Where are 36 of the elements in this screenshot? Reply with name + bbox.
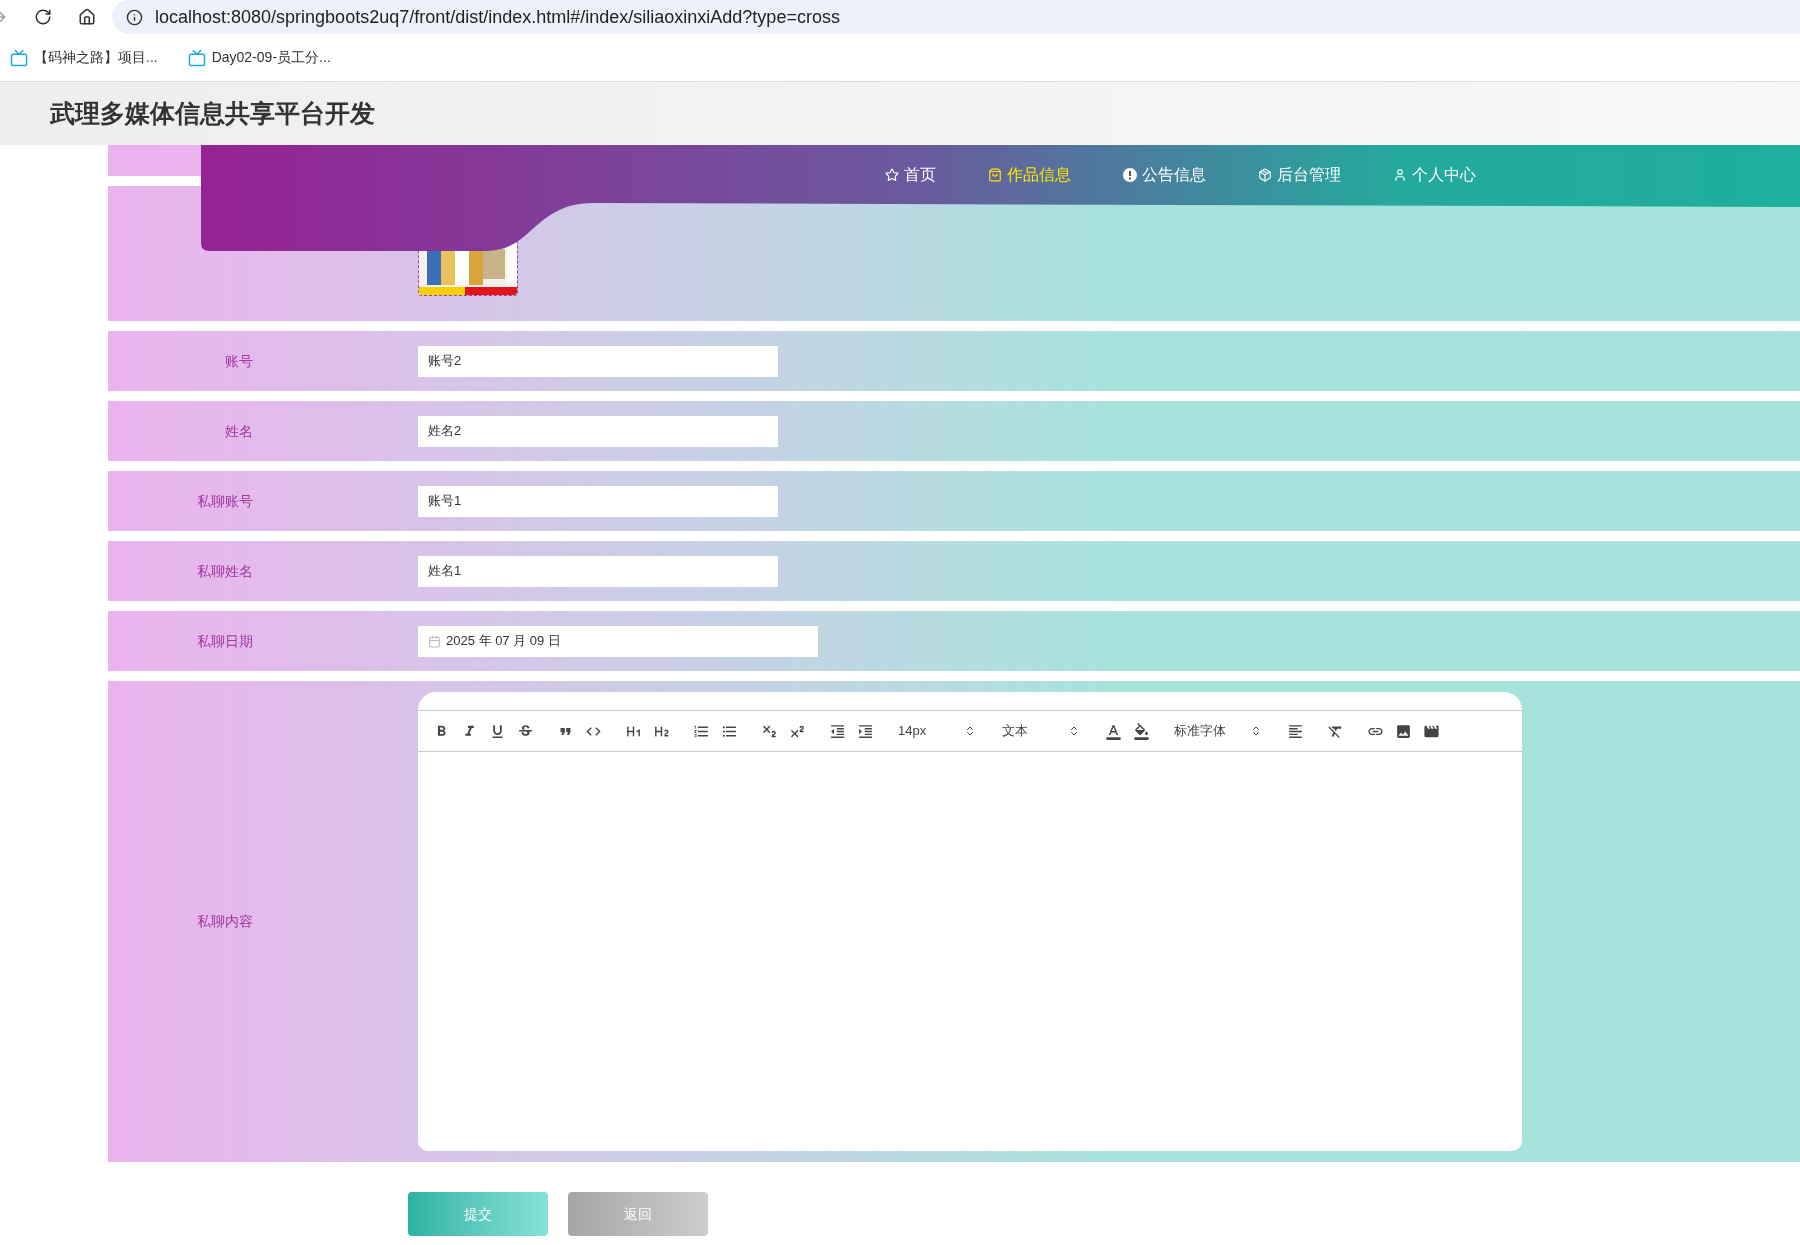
home-icon[interactable]	[78, 8, 96, 26]
field-label: 账号	[225, 351, 253, 371]
heading-select[interactable]: 文本	[996, 718, 1086, 744]
package-icon	[1258, 168, 1272, 182]
font-family-select[interactable]: 标准字体	[1168, 718, 1268, 744]
calendar-icon	[428, 634, 441, 648]
field-label: 姓名	[225, 421, 253, 441]
nav-item[interactable]: 公告信息	[1123, 163, 1206, 187]
tv-icon	[187, 48, 206, 67]
updown-icon	[1068, 725, 1080, 737]
field-label: 私聊姓名	[197, 561, 253, 581]
bookmark[interactable]: 【码神之路】项目...	[10, 47, 158, 68]
date-field[interactable]: 2025 年 07 月 09 日	[418, 625, 818, 657]
bag-icon	[988, 168, 1002, 182]
field-label: 私聊日期	[197, 631, 253, 651]
reload-icon[interactable]	[34, 8, 52, 26]
rich-text-editor[interactable]: 14px 文本 标准字体	[418, 692, 1522, 1151]
updown-icon	[1250, 725, 1262, 737]
tv-icon	[10, 48, 28, 67]
bookmark[interactable]: Day02-09-员工分...	[187, 47, 331, 68]
alert-icon	[1123, 168, 1137, 182]
input-field[interactable]: 账号1	[418, 485, 778, 517]
star-icon	[885, 168, 899, 182]
address-bar[interactable]: localhost:8080/springboots2uq7/front/dist/index.html#/index/siliaoxinxiAdd?type=cross	[112, 0, 1800, 34]
input-field[interactable]: 姓名2	[418, 415, 778, 447]
nav-item[interactable]: 首页	[885, 163, 936, 187]
info-icon	[126, 8, 143, 26]
user-icon	[1393, 168, 1407, 182]
site-title: 武理多媒体信息共享平台开发	[50, 97, 375, 129]
input-field[interactable]: 姓名1	[418, 555, 778, 587]
field-label: 私聊账号	[197, 491, 253, 511]
updown-icon	[964, 725, 976, 737]
input-field[interactable]: 账号2	[418, 345, 778, 377]
nav-item[interactable]: 作品信息	[988, 163, 1071, 187]
font-size-select[interactable]: 14px	[892, 718, 982, 744]
field-label: 私聊内容	[197, 912, 253, 931]
